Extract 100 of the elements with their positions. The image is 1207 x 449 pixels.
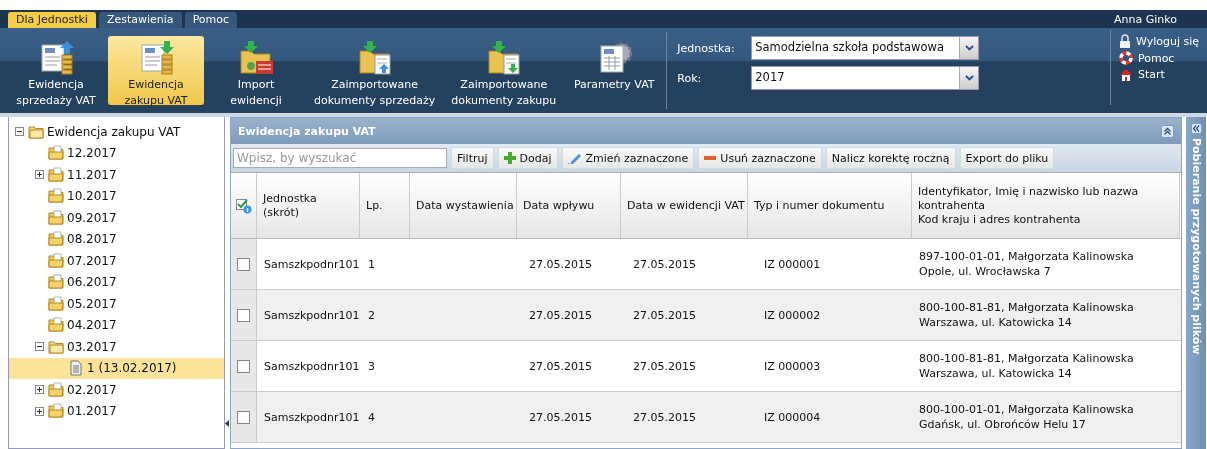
dropdown-field[interactable]: 2017 <box>751 66 980 90</box>
tree-item[interactable]: 06.2017 <box>9 271 224 293</box>
tree-item[interactable]: 01.2017 <box>9 400 224 422</box>
ribbon-button[interactable]: Ewidencja sprzedaży VAT <box>8 36 104 105</box>
tree-item[interactable]: 08.2017 <box>9 228 224 250</box>
tab[interactable]: Zestawienia <box>98 12 182 28</box>
table-cell: 27.05.2015 <box>529 256 592 272</box>
tree-item[interactable]: 04.2017 <box>9 314 224 336</box>
search-field[interactable]: Wpisz, by wyszukać <box>233 148 447 168</box>
house-icon <box>1118 68 1133 81</box>
field-label: Jednostka: <box>677 41 736 55</box>
header-link[interactable]: Pomoc <box>1118 51 1199 65</box>
tree-item[interactable]: 1 (13.02.2017) <box>9 357 224 379</box>
folder-icon <box>48 381 64 398</box>
toolbar-button[interactable]: Filtruj <box>451 147 494 169</box>
column-header[interactable]: Data w ewidencji VAT <box>621 173 748 238</box>
table-cell: Samszkpodnr101 <box>264 409 360 425</box>
check-info-icon <box>236 197 252 214</box>
column-header[interactable]: Lp. <box>360 173 410 238</box>
side-panel-title: Pobieranie przygotowanych plików <box>1189 138 1203 355</box>
user-name: Anna Ginko <box>1114 13 1178 28</box>
splitter-arrow-icon[interactable] <box>225 420 229 427</box>
folder-icon <box>48 166 64 183</box>
select-all-header[interactable] <box>231 173 257 238</box>
folder-icon <box>48 274 64 291</box>
table-cell: 27.05.2015 <box>633 358 696 374</box>
table-cell: 1 <box>368 256 375 272</box>
column-header[interactable]: Typ i numer dokumentu <box>748 173 912 238</box>
header-link[interactable]: Wyloguj się <box>1118 34 1199 48</box>
column-header[interactable]: Data wpływu <box>517 173 621 238</box>
minus-icon <box>704 156 717 160</box>
tree-item[interactable]: 11.2017 <box>9 164 224 186</box>
column-header[interactable]: Data wystawienia <box>410 173 517 238</box>
table-cell: 27.05.2015 <box>633 307 696 323</box>
expand-icon[interactable] <box>35 170 44 180</box>
tree-item[interactable]: 03.2017 <box>9 336 224 358</box>
chevron-down-icon <box>964 75 974 81</box>
field-label: Rok: <box>677 71 703 85</box>
folder-icon <box>48 403 64 420</box>
table-cell: Samszkpodnr101 <box>264 307 360 323</box>
checkbox[interactable] <box>237 410 250 424</box>
table-cell: 4 <box>368 409 375 425</box>
tree-item[interactable]: Ewidencja zakupu VAT <box>9 121 224 143</box>
folder-icon <box>48 317 64 334</box>
plus-icon <box>503 152 516 164</box>
toolbar-button[interactable]: Zmień zaznaczone <box>561 147 695 169</box>
table-cell: Samszkpodnr101 <box>264 358 360 374</box>
checkbox[interactable] <box>237 359 250 373</box>
dropdown-field[interactable]: Samodzielna szkoła podstawowa <box>751 36 980 60</box>
expand-icon[interactable] <box>35 406 44 416</box>
collapse-up-icon[interactable] <box>1161 124 1174 138</box>
ribbon-button[interactable]: Ewidencja zakupu VAT <box>108 36 204 105</box>
folder-icon <box>48 338 64 355</box>
tab[interactable]: Dla Jednostki <box>8 12 96 28</box>
table-cell: IZ 000002 <box>764 307 821 323</box>
collapse-icon[interactable] <box>15 127 24 137</box>
row-selector[interactable] <box>231 341 257 391</box>
row-selector[interactable] <box>231 290 257 340</box>
folder-icon <box>48 252 64 269</box>
toolbar-button[interactable]: Usuń zaznaczone <box>698 147 822 169</box>
table-cell: 27.05.2015 <box>633 256 696 272</box>
table-cell: 3 <box>368 358 375 374</box>
tree-item[interactable]: 07.2017 <box>9 250 224 272</box>
header-link[interactable]: Start <box>1118 68 1199 81</box>
table-cell: 27.05.2015 <box>529 409 592 425</box>
table-row[interactable]: Samszkpodnr101 3 27.05.2015 27.05.2015 IZ 000003 800-100-81-81, Małgorzata Kalinowska Warszawa, ul. Katowicka 14 <box>231 341 1181 392</box>
collapse-icon[interactable] <box>35 342 44 352</box>
table-cell: IZ 000001 <box>764 256 821 272</box>
table-row[interactable]: Samszkpodnr101 2 27.05.2015 27.05.2015 IZ 000002 800-100-81-81, Małgorzata Kalinowska Warszawa, ul. Katowicka 14 <box>231 290 1181 341</box>
ribbon-button[interactable]: Zaimportowane dokumenty sprzedaży <box>308 36 442 105</box>
expand-icon[interactable] <box>35 385 44 395</box>
table-row[interactable]: Samszkpodnr101 4 27.05.2015 27.05.2015 IZ 000004 800-100-01-01, Małgorzata Kalinowska Gdańsk, ul. Obrońców Helu 17 <box>231 392 1181 443</box>
table-cell: 27.05.2015 <box>529 358 592 374</box>
toolbar-button[interactable]: Nalicz korektę roczną <box>825 147 956 169</box>
ribbon-button[interactable]: Zaimportowane dokumenty zakupu <box>445 36 563 105</box>
table-row[interactable]: Samszkpodnr101 1 27.05.2015 27.05.2015 IZ 000001 897-100-01-01, Małgorzata Kalinowska Opole, ul. Wrocławska 7 <box>231 239 1181 290</box>
tree-item[interactable]: 02.2017 <box>9 379 224 401</box>
checkbox[interactable] <box>237 257 250 271</box>
tree-item[interactable]: 05.2017 <box>9 293 224 315</box>
tree-item[interactable]: 09.2017 <box>9 207 224 229</box>
table-cell: IZ 000003 <box>764 358 821 374</box>
tab[interactable]: Pomoc <box>184 12 238 28</box>
table-cell: 897-100-01-01, Małgorzata Kalinowska Opole, ul. Wrocławska 7 <box>919 249 1134 279</box>
tree-item[interactable]: 12.2017 <box>9 142 224 164</box>
table-cell: 27.05.2015 <box>633 409 696 425</box>
toolbar-button[interactable]: Dodaj <box>497 147 558 169</box>
column-header[interactable]: Jednostka (skrót) <box>257 173 360 238</box>
tree-item[interactable]: 10.2017 <box>9 185 224 207</box>
ribbon-button[interactable]: Import ewidencji <box>208 36 304 105</box>
ribbon-button[interactable]: Parametry VAT <box>566 36 663 105</box>
expand-left-icon[interactable] <box>1190 123 1202 134</box>
checkbox[interactable] <box>237 308 250 322</box>
table-cell: 800-100-81-81, Małgorzata Kalinowska Warszawa, ul. Katowicka 14 <box>919 351 1134 381</box>
column-header[interactable]: Identyfikator, Imię i nazwisko lub nazwa kontrahenta Kod kraju i adres kontrahenta <box>912 173 1180 238</box>
toolbar-button[interactable]: Export do pliku <box>959 147 1055 169</box>
table-cell: IZ 000004 <box>764 409 821 425</box>
pencil-icon <box>567 152 582 164</box>
folder-icon <box>48 231 64 248</box>
row-selector[interactable] <box>231 239 257 289</box>
folder-icon <box>48 188 64 205</box>
